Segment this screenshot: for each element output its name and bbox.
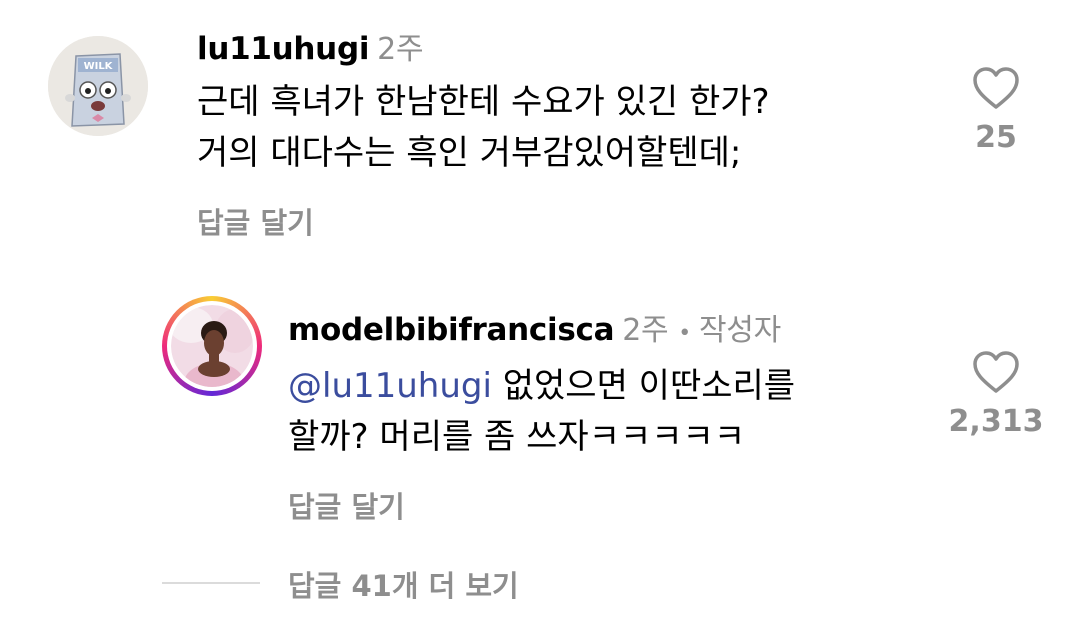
- avatar-story-ring[interactable]: [162, 296, 262, 396]
- like-count: 25: [975, 120, 1017, 155]
- like-count: 2,313: [948, 404, 1044, 439]
- timestamp: 2주: [377, 32, 424, 67]
- reply-button[interactable]: 답글 달기: [288, 484, 405, 526]
- timestamp: 2주: [622, 313, 669, 348]
- comment-line: @lu11uhugi 없었으면 이딴소리를: [288, 361, 795, 412]
- meta-separator: •: [678, 321, 691, 346]
- svg-text:WILK: WILK: [84, 61, 114, 72]
- view-more-divider: [162, 582, 260, 584]
- like-section: 25: [941, 66, 1051, 155]
- reply-button[interactable]: 답글 달기: [197, 200, 314, 242]
- comment-line: 근데 흑녀가 한남한테 수요가 있긴 한가?: [197, 82, 770, 122]
- comment-text: 근데 흑녀가 한남한테 수요가 있긴 한가? 거의 대다수는 흑인 거부감있어할…: [197, 77, 770, 179]
- author-badge: 작성자: [698, 313, 781, 348]
- heart-icon[interactable]: [972, 350, 1020, 394]
- heart-icon[interactable]: [972, 66, 1020, 110]
- comment-line-rest: 없었으면 이딴소리를: [491, 366, 796, 406]
- comment-line: 할까? 머리를 좀 쓰자ㅋㅋㅋㅋㅋ: [288, 417, 746, 457]
- like-section: 2,313: [941, 350, 1051, 439]
- comment-header: lu11uhugi 2주: [197, 24, 424, 68]
- comment-text: @lu11uhugi 없었으면 이딴소리를 할까? 머리를 좀 쓰자ㅋㅋㅋㅋㅋ: [288, 361, 795, 463]
- profile-photo-icon: [171, 305, 253, 387]
- milk-carton-avatar-icon: WILK: [48, 36, 148, 136]
- username[interactable]: modelbibifrancisca: [288, 312, 614, 348]
- mention-link[interactable]: @lu11uhugi: [288, 366, 492, 406]
- avatar: [167, 301, 257, 391]
- avatar[interactable]: WILK: [48, 36, 148, 136]
- view-more-replies-button[interactable]: 답글 41개 더 보기: [288, 563, 519, 605]
- comment-line: 거의 대다수는 흑인 거부감있어할텐데;: [197, 133, 742, 173]
- username[interactable]: lu11uhugi: [197, 31, 369, 67]
- comment-header: modelbibifrancisca 2주 • 작성자: [288, 305, 781, 349]
